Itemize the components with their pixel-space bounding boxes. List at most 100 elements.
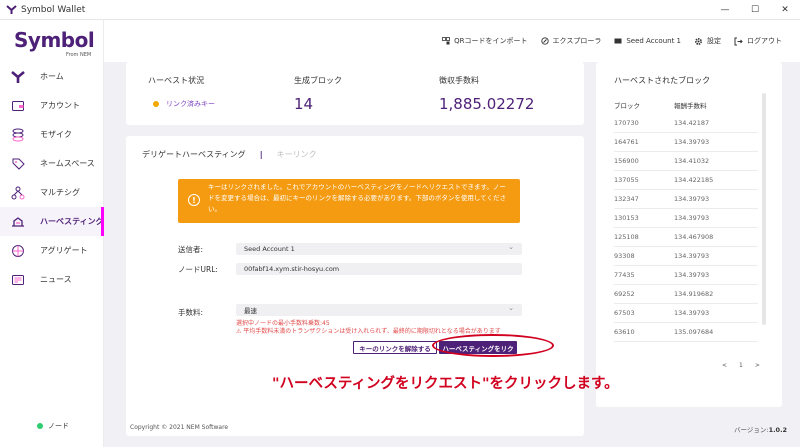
maximize-button[interactable]: ☐ xyxy=(740,0,770,20)
reward-fee-cell: 134.41032 xyxy=(674,157,710,165)
node-url-field[interactable]: 00fabf14.xym.stir-hosyu.com xyxy=(236,263,522,275)
symbol-logo: Symbol From NEM xyxy=(14,28,95,58)
reward-fee-cell: 134.39793 xyxy=(674,195,710,203)
blocks-scrollbar[interactable] xyxy=(762,93,766,325)
chevron-down-icon: ⌄ xyxy=(508,243,514,251)
tab-key-link[interactable]: キーリンク xyxy=(277,149,317,160)
logout-button[interactable]: ログアウト xyxy=(734,36,782,46)
top-toolbar: QRコードをインポート エクスプローラ Seed Account 1 設定 ログ… xyxy=(104,20,800,62)
pager-next-button[interactable]: > xyxy=(755,362,760,369)
fee-value: 最速 xyxy=(244,307,257,315)
logout-label: ログアウト xyxy=(747,37,782,45)
tab-delegated-harvesting[interactable]: デリゲートハーベスティング xyxy=(142,149,246,160)
qr-import-label: QRコードをインポート xyxy=(454,37,528,45)
sidebar-item-mosaic[interactable]: モザイク xyxy=(0,120,104,149)
sidebar-item-account[interactable]: アカウント xyxy=(0,91,104,120)
sender-label: 送信者: xyxy=(178,245,204,254)
sidebar-nav: ホーム アカウント モザイク ネームスペース マルチシグ ハーベスティング アグ… xyxy=(0,62,104,294)
status-text: リンク済みキー xyxy=(166,100,215,108)
node-status[interactable]: ノード xyxy=(37,421,69,431)
sidebar-item-label: マルチシグ xyxy=(40,188,80,197)
sidebar-item-aggregate[interactable]: アグリゲート xyxy=(0,236,104,265)
node-url-value: 00fabf14.xym.stir-hosyu.com xyxy=(244,265,340,273)
table-row[interactable]: 156900 134.41032 xyxy=(614,152,758,171)
account-label: Seed Account 1 xyxy=(626,37,681,45)
pager-current-page[interactable]: 1 xyxy=(739,362,743,369)
sidebar-item-harvesting[interactable]: ハーベスティング xyxy=(0,207,104,236)
table-row[interactable]: 125108 134.467908 xyxy=(614,228,758,247)
created-blocks-value: 14 xyxy=(294,95,314,113)
home-icon xyxy=(10,69,26,85)
block-height-cell: 132347 xyxy=(614,195,639,203)
collected-fees-label: 徴収手数料 xyxy=(439,76,479,85)
account-icon xyxy=(10,98,26,114)
tag-icon xyxy=(10,156,26,172)
block-height-cell: 137055 xyxy=(614,176,639,184)
block-height-cell: 156900 xyxy=(614,157,639,165)
sender-select[interactable]: Seed Account 1 ⌄ xyxy=(236,243,522,255)
reward-fee-cell: 134.422185 xyxy=(674,176,714,184)
node-url-label: ノードURL: xyxy=(178,265,218,274)
table-row[interactable]: 132347 134.39793 xyxy=(614,190,758,209)
news-icon xyxy=(10,272,26,288)
block-height-cell: 170730 xyxy=(614,119,639,127)
reward-fee-cell: 134.39793 xyxy=(674,252,710,260)
block-height-cell: 164761 xyxy=(614,138,639,146)
sidebar-item-home[interactable]: ホーム xyxy=(0,62,104,91)
close-button[interactable]: ✕ xyxy=(770,0,800,20)
table-row[interactable]: 137055 134.422185 xyxy=(614,171,758,190)
blocks-table-header: ブロック 報酬手数料 xyxy=(614,100,770,110)
account-selector[interactable]: Seed Account 1 xyxy=(614,37,681,45)
sidebar-item-label: ネームスペース xyxy=(40,159,95,168)
logo-from: From NEM xyxy=(66,52,92,58)
table-row[interactable]: 164761 134.39793 xyxy=(614,133,758,152)
reward-fee-cell: 134.467908 xyxy=(674,233,714,241)
table-row[interactable]: 69252 134.919682 xyxy=(614,285,758,304)
multisig-icon xyxy=(10,185,26,201)
alert-text: キーはリンクされました。これでアカウントのハーベスティングをノードへリクエストで… xyxy=(208,183,506,213)
settings-button[interactable]: 設定 xyxy=(694,36,721,46)
window-titlebar: Symbol Wallet — ☐ ✕ xyxy=(0,0,800,20)
harvest-status-label: ハーベスト状況 xyxy=(148,76,205,85)
wallet-icon xyxy=(614,37,622,45)
minimize-button[interactable]: — xyxy=(710,0,740,20)
sidebar-item-namespace[interactable]: ネームスペース xyxy=(0,149,104,178)
qr-import-button[interactable]: QRコードをインポート xyxy=(442,36,528,46)
table-row[interactable]: 63610 135.097684 xyxy=(614,323,758,342)
settings-label: 設定 xyxy=(707,37,721,45)
table-row[interactable]: 67503 134.39793 xyxy=(614,304,758,323)
table-row[interactable]: 93308 134.39793 xyxy=(614,247,758,266)
collected-fees-value: 1,885.02272 xyxy=(439,95,535,113)
table-row[interactable]: 170730 134.42187 xyxy=(614,114,758,133)
harvested-blocks-title: ハーベストされたブロック xyxy=(614,76,711,85)
explorer-button[interactable]: エクスプローラ xyxy=(540,36,601,46)
block-height-cell: 67503 xyxy=(614,309,635,317)
block-height-cell: 69252 xyxy=(614,290,635,298)
harvested-blocks-card: ハーベストされたブロック ブロック 報酬手数料 170730 134.42187 1… xyxy=(596,62,782,407)
unlink-key-button[interactable]: キーのリンクを解除する xyxy=(353,341,437,354)
pager-prev-button[interactable]: < xyxy=(722,362,727,369)
window-title: Symbol Wallet xyxy=(21,4,86,15)
version-value: 1.0.2 xyxy=(768,426,788,434)
version-label: バージョン: xyxy=(734,426,769,434)
block-height-cell: 125108 xyxy=(614,233,639,241)
sidebar-item-multisig[interactable]: マルチシグ xyxy=(0,178,104,207)
info-icon: ! xyxy=(188,194,200,206)
sidebar-item-label: アカウント xyxy=(40,101,80,110)
aggregate-icon xyxy=(10,243,26,259)
logo-word: Symbol xyxy=(14,28,95,52)
block-height-cell: 63610 xyxy=(614,328,635,336)
reward-fee-cell: 134.39793 xyxy=(674,271,710,279)
created-blocks-label: 生成ブロック xyxy=(294,76,342,85)
fee-select[interactable]: 最速 ⌄ xyxy=(236,304,522,316)
symbol-app-icon xyxy=(5,4,17,16)
table-row[interactable]: 77435 134.39793 xyxy=(614,266,758,285)
explorer-icon xyxy=(540,37,549,45)
column-reward-fee: 報酬手数料 xyxy=(674,102,707,110)
table-row[interactable]: 130153 134.39793 xyxy=(614,209,758,228)
harvest-status-value: リンク済みキー xyxy=(153,99,215,109)
harvesting-icon xyxy=(10,214,26,230)
sidebar-item-news[interactable]: ニュース xyxy=(0,265,104,294)
harvest-stats-card: ハーベスト状況 リンク済みキー 生成ブロック 14 徴収手数料 1,885.02… xyxy=(126,62,584,125)
reward-fee-cell: 135.097684 xyxy=(674,328,714,336)
